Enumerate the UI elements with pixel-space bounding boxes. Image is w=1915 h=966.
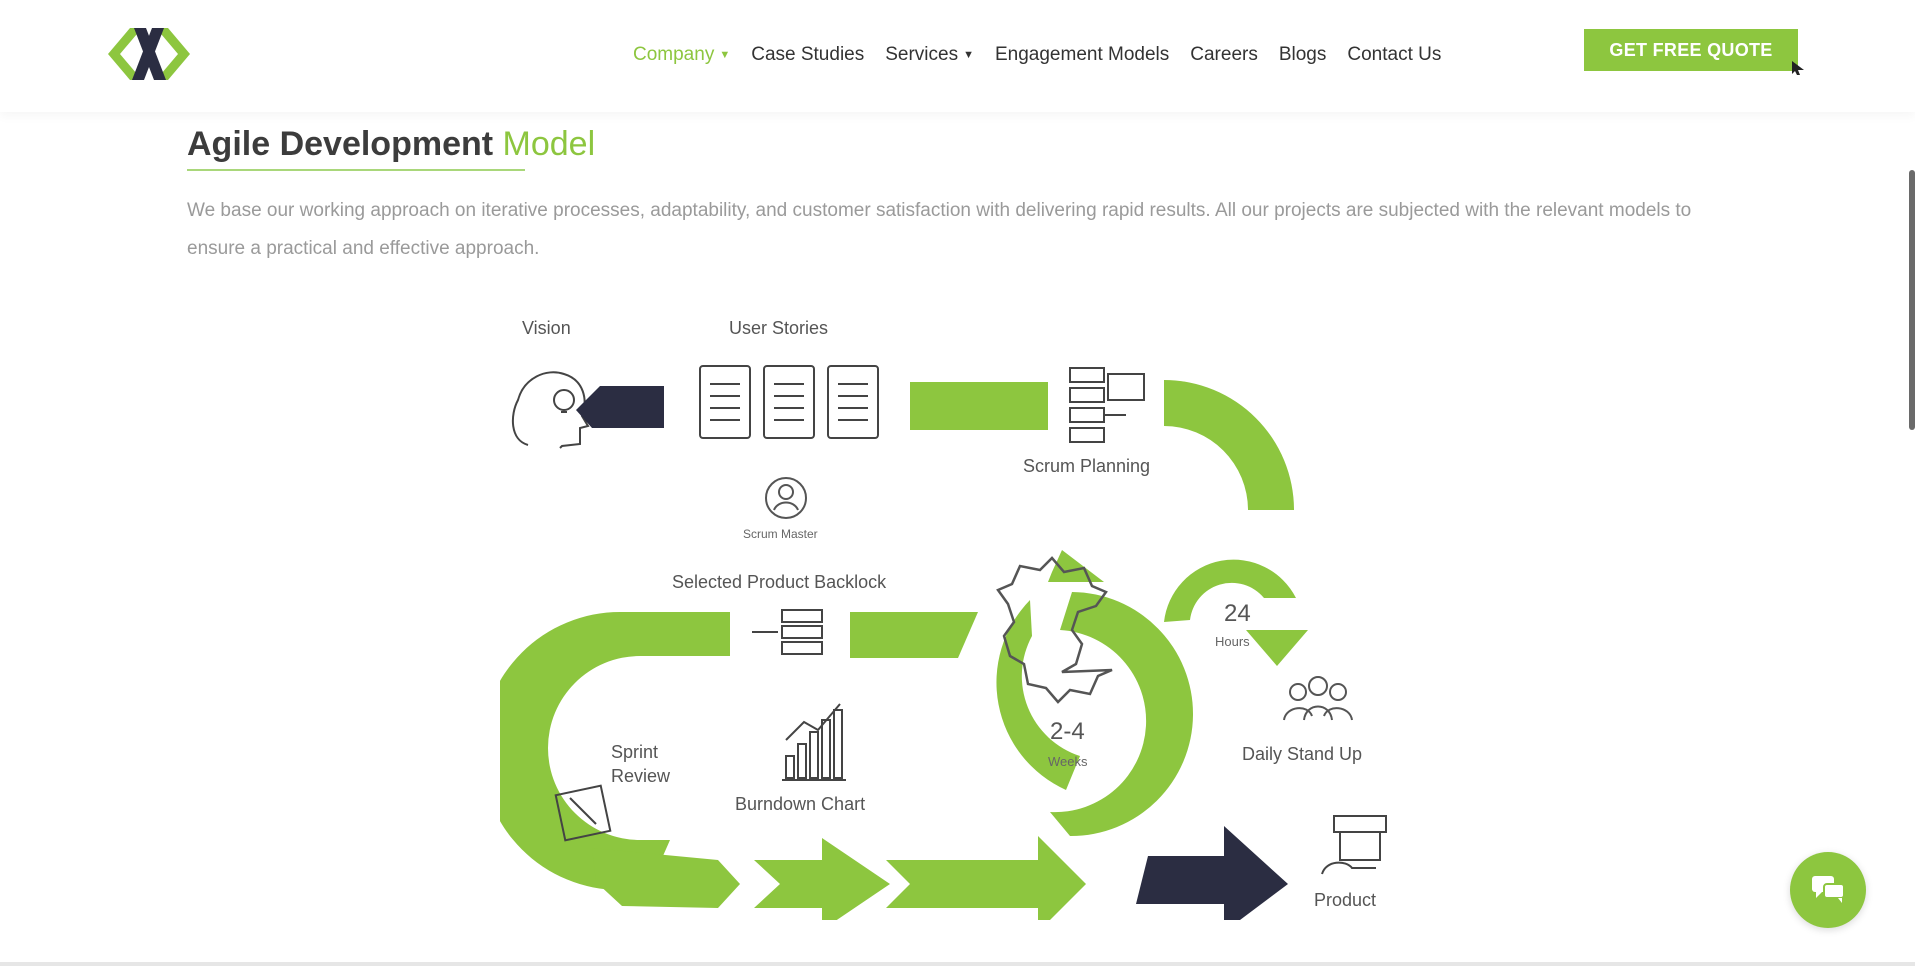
label-user-stories: User Stories (729, 318, 829, 338)
nav-label: Blogs (1278, 44, 1327, 65)
bottom-arrow-1 (592, 848, 740, 908)
title-main: Agile Development (187, 125, 494, 163)
label-burndown-chart: Burndown Chart (735, 794, 866, 814)
top-right-arc (1164, 380, 1294, 510)
nav-item-contact-us[interactable]: Contact Us (1347, 44, 1441, 66)
scrum-master-icon (765, 477, 807, 519)
chevron-down-icon: ▼ (963, 49, 974, 61)
page-title: Agile Development Model (187, 125, 595, 164)
chevron-down-icon: ▼ (719, 49, 731, 61)
cursor-icon (1792, 61, 1804, 75)
main-nav: Company ▼ Case Studies Services ▼ Engage… (633, 40, 1462, 70)
bottom-arrow-2 (754, 838, 890, 930)
label-scrum-master: Scrum Master (743, 527, 818, 541)
label-daily-standup: Daily Stand Up (1242, 744, 1363, 764)
stories-bar (910, 382, 1048, 430)
agile-diagram-graphic (481, 365, 1387, 932)
nav-item-case-studies[interactable]: Case Studies (751, 44, 864, 66)
nav-label: Contact Us (1347, 44, 1442, 65)
title-accent: Model (502, 125, 596, 163)
bottom-arrow-3 (886, 836, 1086, 932)
bottom-divider (0, 962, 1915, 966)
label-sprint-review-2: Review (611, 766, 671, 786)
nav-label: Case Studies (751, 44, 865, 65)
nav-item-company[interactable]: Company ▼ (633, 44, 730, 66)
backlog-bar-tip (954, 612, 978, 658)
page-description: We base our working approach on iterativ… (187, 200, 1692, 259)
scrum-planning-icon (1069, 367, 1145, 443)
team-icon (1283, 676, 1353, 721)
document-icon (699, 365, 879, 439)
nav-label: Engagement Models (994, 44, 1170, 65)
scrollbar-thumb[interactable] (1909, 170, 1915, 430)
chat-button[interactable] (1790, 852, 1866, 928)
backlog-bar (850, 612, 954, 658)
nav-label: Careers (1190, 44, 1258, 65)
nav-label: Services (885, 44, 959, 65)
label-vision: Vision (522, 318, 571, 338)
label-sprint-review-1: Sprint (611, 742, 659, 762)
nav-item-engagement-models[interactable]: Engagement Models (995, 44, 1169, 66)
nav-item-careers[interactable]: Careers (1190, 44, 1258, 66)
nav-item-services[interactable]: Services ▼ (885, 44, 974, 66)
site-header: Company ▼ Case Studies Services ▼ Engage… (0, 0, 1915, 112)
label-weeks-unit: Weeks (1048, 754, 1088, 769)
burndown-chart-icon (782, 703, 846, 781)
label-scrum-planning: Scrum Planning (1023, 456, 1151, 476)
bottom-arrow-dark (1136, 826, 1288, 932)
product-icon (1321, 815, 1387, 875)
label-product: Product (1314, 890, 1377, 910)
nav-item-blogs[interactable]: Blogs (1279, 44, 1327, 66)
chat-icon (1812, 876, 1845, 903)
label-hours-unit: Hours (1215, 634, 1250, 649)
logo-mark[interactable] (108, 24, 190, 84)
daily-cycle-arrowhead (1246, 630, 1308, 666)
label-hours-value: 24 (1224, 600, 1251, 627)
vision-arrow (576, 386, 664, 428)
agile-diagram: Vision User Stories Scrum Planning Scrum… (481, 300, 1400, 932)
backlog-icon (752, 609, 823, 655)
get-free-quote-button[interactable]: GET FREE QUOTE (1584, 29, 1798, 71)
label-weeks-value: 2-4 (1050, 718, 1085, 745)
nav-label: Company (633, 44, 715, 65)
title-underline (187, 169, 525, 171)
sprint-circle-arrowhead (1048, 550, 1104, 582)
label-selected-backlog: Selected Product Backlock (672, 572, 887, 592)
